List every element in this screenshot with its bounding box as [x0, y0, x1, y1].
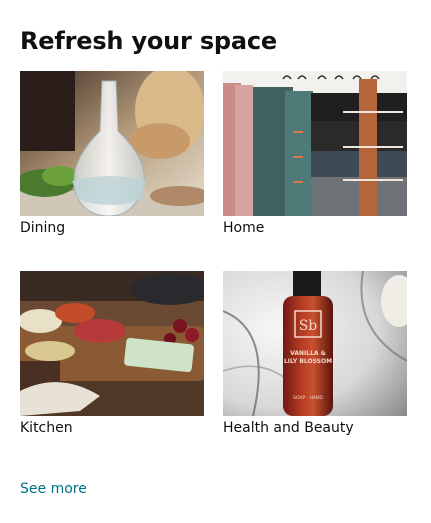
tile-label-kitchen[interactable]: Kitchen	[20, 419, 204, 437]
home-image[interactable]	[223, 71, 407, 216]
see-more-link[interactable]: See more	[20, 479, 87, 499]
tile-label-dining[interactable]: Dining	[20, 219, 204, 237]
product-brand-text: Sb	[299, 318, 318, 334]
tile-label-home[interactable]: Home	[223, 219, 407, 237]
tile-dining[interactable]: Dining	[20, 71, 204, 237]
tile-kitchen[interactable]: Kitchen	[20, 271, 204, 437]
tile-label-health-and-beauty[interactable]: Health and Beauty	[223, 419, 407, 437]
tile-health-and-beauty[interactable]: Sb VANILLA & LILY BLOSSOM SOAP · HAND He…	[223, 271, 407, 437]
product-name-line-2: LILY BLOSSOM	[284, 358, 332, 365]
product-type-text: SOAP · HAND	[293, 395, 323, 401]
dining-image[interactable]	[20, 71, 204, 216]
tile-home[interactable]: Home	[223, 71, 407, 237]
card-title: Refresh your space	[20, 27, 278, 55]
kitchen-image[interactable]	[20, 271, 204, 416]
health-and-beauty-image[interactable]: Sb VANILLA & LILY BLOSSOM SOAP · HAND	[223, 271, 407, 416]
product-name-line-1: VANILLA &	[290, 350, 326, 357]
